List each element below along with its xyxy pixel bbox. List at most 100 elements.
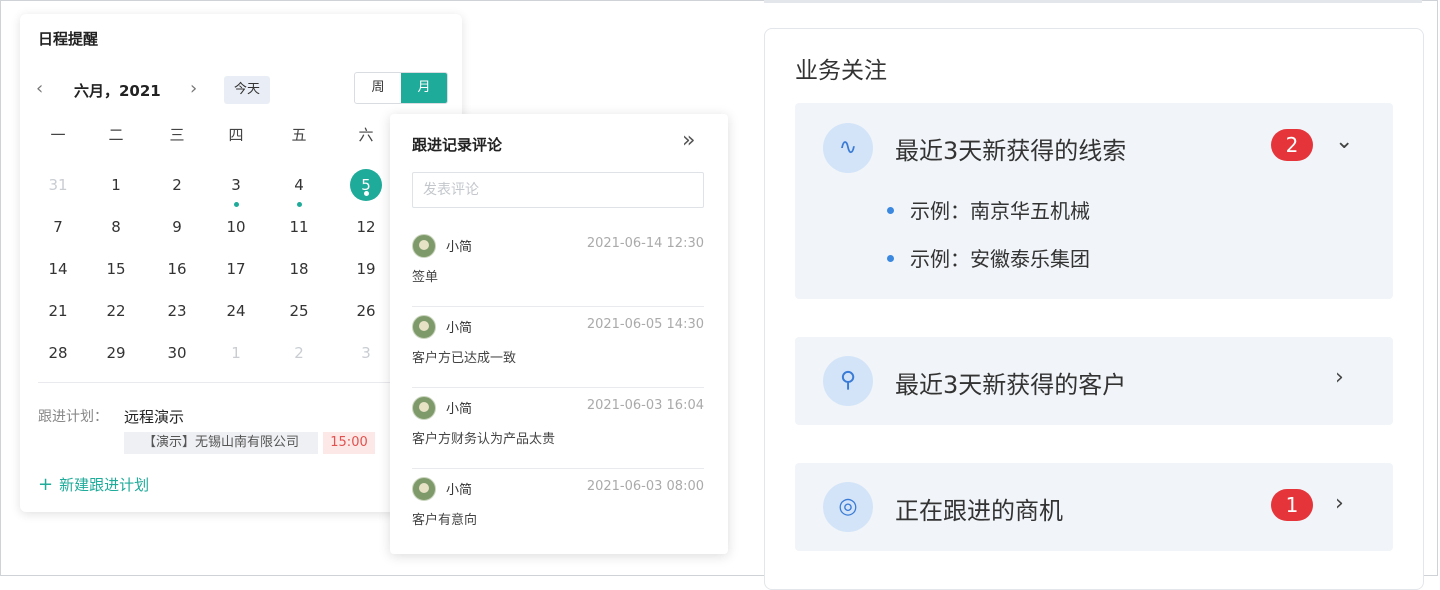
day-number: 8: [111, 218, 121, 236]
day-cell[interactable]: 1: [96, 176, 136, 194]
day-cell[interactable]: 23: [157, 302, 197, 320]
day-cell[interactable]: 8: [96, 218, 136, 236]
day-cell[interactable]: 30: [157, 344, 197, 362]
day-cell[interactable]: 28: [38, 344, 78, 362]
opportunity-label: 正在跟进的商机: [895, 497, 1063, 525]
bullet-dot: [887, 207, 894, 214]
comment-panel: 跟进记录评论 » 小简 2021-06-14 12:30 签单小简 2021-06-0…: [390, 114, 728, 554]
chevron-right-icon[interactable]: ›: [1335, 365, 1344, 390]
lead-example-item[interactable]: 示例：安徽泰乐集团: [887, 243, 1090, 272]
day-cell[interactable]: 12: [346, 218, 386, 236]
day-number: 2: [294, 344, 304, 362]
day-cell[interactable]: 15: [96, 260, 136, 278]
business-focus-card: 业务关注 ∿ 最近3天新获得的线索 2 ⌄ 示例：南京华五机械 示例：安徽泰乐集…: [764, 28, 1424, 590]
avatar[interactable]: [412, 477, 436, 501]
day-cell[interactable]: 11: [279, 218, 319, 236]
day-number: 23: [167, 302, 187, 320]
double-chevron-right-icon[interactable]: »: [682, 128, 695, 153]
day-cell[interactable]: 14: [38, 260, 78, 278]
comment-author: 小简: [446, 402, 473, 417]
day-cell[interactable]: 21: [38, 302, 78, 320]
new-plan-label: 新建跟进计划: [59, 476, 150, 494]
event-dot: [296, 202, 302, 207]
lead-example-text: 示例：安徽泰乐集团: [910, 247, 1090, 271]
day-number: 17: [226, 260, 246, 278]
leads-label: 最近3天新获得的线索: [895, 137, 1127, 165]
day-number: 3: [231, 176, 241, 194]
event-dot: [363, 191, 369, 196]
customers-label: 最近3天新获得的客户: [895, 371, 1127, 399]
divider: [412, 387, 704, 388]
day-cell[interactable]: 1: [216, 344, 256, 362]
day-number: 25: [289, 302, 309, 320]
opportunity-panel[interactable]: ◎ 正在跟进的商机 1 ›: [795, 463, 1393, 551]
prev-month-icon[interactable]: ‹: [36, 78, 43, 99]
day-number: 30: [167, 344, 187, 362]
comment-input[interactable]: [412, 172, 704, 208]
day-cell[interactable]: 2: [157, 176, 197, 194]
day-number: 10: [226, 218, 246, 236]
comment-time: 2021-06-03 16:04: [586, 398, 704, 413]
day-cell[interactable]: 18: [279, 260, 319, 278]
weekday-label: 四: [228, 126, 244, 144]
weekday-label: 五: [291, 126, 307, 144]
lead-example-item[interactable]: 示例：南京华五机械: [887, 195, 1090, 224]
day-cell[interactable]: 29: [96, 344, 136, 362]
bullet-dot: [887, 255, 894, 262]
day-cell[interactable]: 31: [38, 176, 78, 194]
day-cell[interactable]: 3: [216, 176, 256, 207]
day-cell[interactable]: 24: [216, 302, 256, 320]
plan-label: 跟进计划：: [38, 409, 108, 425]
plan-company-tag: 【演示】无锡山南有限公司: [124, 432, 318, 454]
day-cell[interactable]: 4: [279, 176, 319, 207]
day-cell[interactable]: 7: [38, 218, 78, 236]
comment-item: 小简 2021-06-05 14:30 客户方已达成一致: [412, 315, 704, 395]
chevron-down-icon[interactable]: ⌄: [1335, 129, 1353, 154]
day-number: 28: [48, 344, 68, 362]
next-month-icon[interactable]: ›: [190, 78, 197, 99]
day-cell[interactable]: 9: [157, 218, 197, 236]
day-cell[interactable]: 3: [346, 344, 386, 362]
day-cell[interactable]: 10: [216, 218, 256, 236]
day-cell[interactable]: 25: [279, 302, 319, 320]
month-view-button[interactable]: 月: [401, 73, 447, 103]
avatar[interactable]: [412, 396, 436, 420]
comment-author: 小简: [446, 321, 473, 336]
customer-icon: ⚲: [823, 356, 873, 406]
comment-time: 2021-06-14 12:30: [586, 236, 704, 251]
day-cell[interactable]: 17: [216, 260, 256, 278]
comment-time: 2021-06-03 08:00: [586, 479, 704, 494]
day-cell[interactable]: 22: [96, 302, 136, 320]
day-number: 31: [48, 176, 68, 194]
avatar[interactable]: [412, 315, 436, 339]
avatar[interactable]: [412, 234, 436, 258]
day-number: 18: [289, 260, 309, 278]
comment-text: 客户方已达成一致: [412, 351, 517, 366]
weekday-label: 六: [358, 126, 374, 144]
comment-text: 客户方财务认为产品太贵: [412, 432, 556, 447]
chevron-right-icon[interactable]: ›: [1335, 491, 1344, 516]
comment-item: 小简 2021-06-03 08:00 客户有意向: [412, 477, 704, 557]
day-cell[interactable]: 2: [279, 344, 319, 362]
day-cell[interactable]: 16: [157, 260, 197, 278]
today-button[interactable]: 今天: [224, 76, 270, 104]
selected-day-cell[interactable]: 5: [350, 169, 382, 201]
view-toggle: 周 月: [354, 72, 448, 104]
day-cell[interactable]: 19: [346, 260, 386, 278]
plan-title[interactable]: 远程演示: [124, 406, 184, 427]
customers-panel[interactable]: ⚲ 最近3天新获得的客户 ›: [795, 337, 1393, 425]
comment-author: 小简: [446, 240, 473, 255]
day-number: 24: [226, 302, 246, 320]
lead-example-text: 示例：南京华五机械: [910, 199, 1090, 223]
week-view-button[interactable]: 周: [355, 73, 401, 103]
new-plan-button[interactable]: + 新建跟进计划: [38, 474, 149, 495]
day-number: 22: [106, 302, 126, 320]
comment-text: 客户有意向: [412, 513, 478, 528]
comment-time: 2021-06-05 14:30: [586, 317, 704, 332]
top-divider: [764, 0, 1422, 3]
month-label: 六月，2021: [74, 82, 161, 100]
plus-icon: +: [38, 474, 54, 495]
day-number: 26: [356, 302, 376, 320]
leads-panel[interactable]: ∿ 最近3天新获得的线索 2 ⌄ 示例：南京华五机械 示例：安徽泰乐集团: [795, 103, 1393, 299]
day-cell[interactable]: 26: [346, 302, 386, 320]
